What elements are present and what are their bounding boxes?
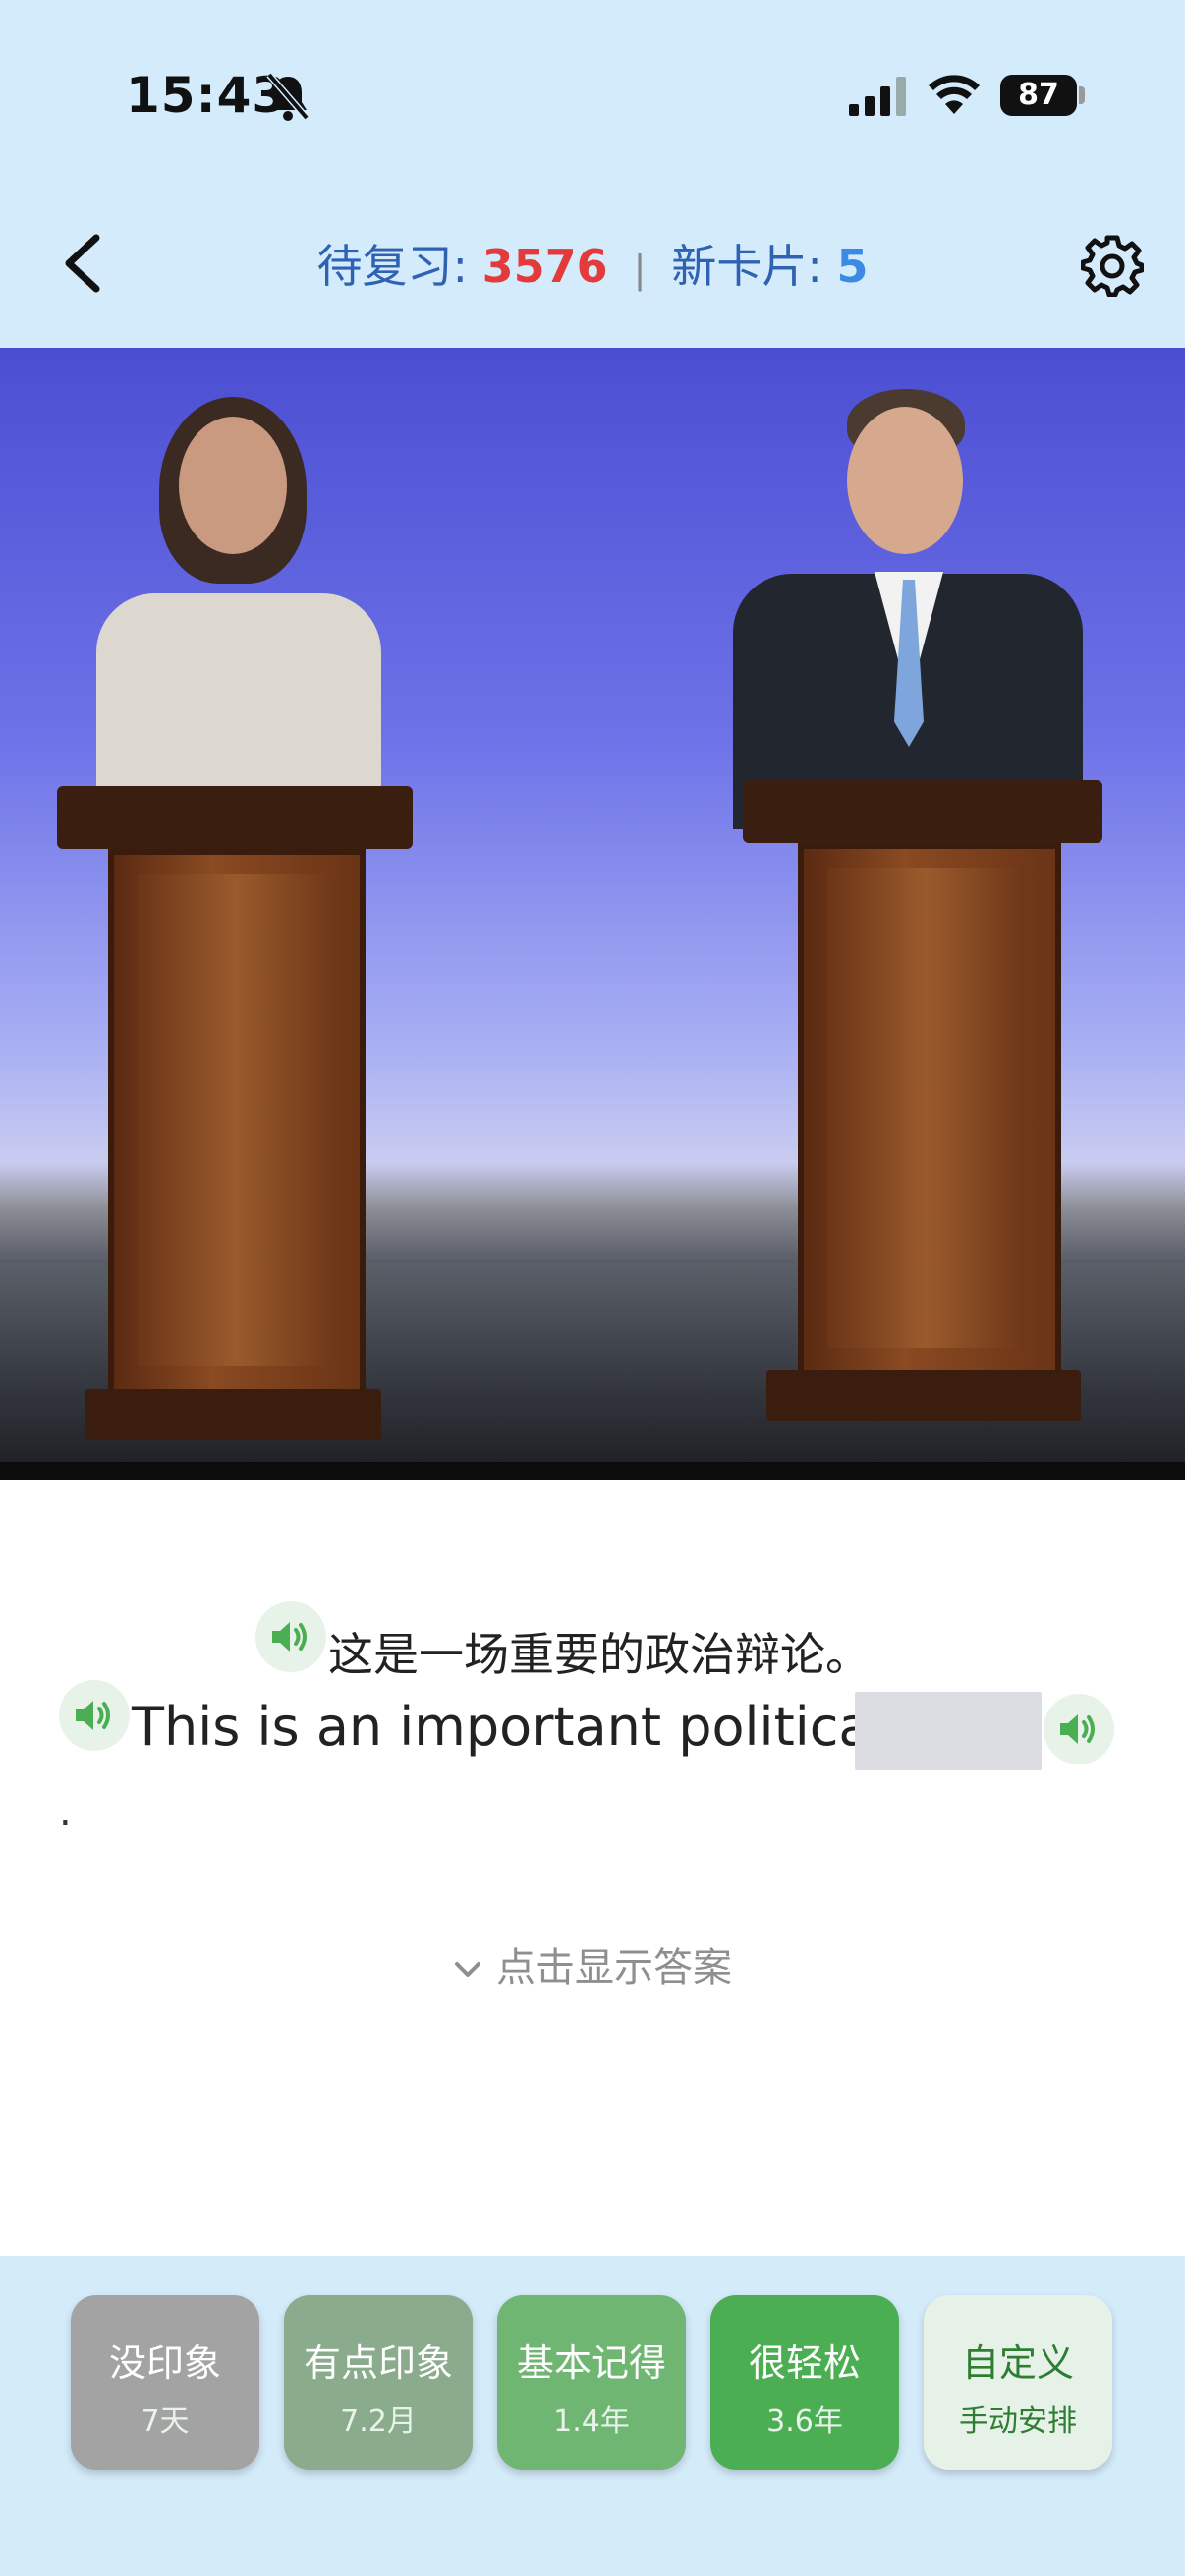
speaker-button-english[interactable] (59, 1680, 130, 1751)
new-card-count: 5 (836, 240, 869, 293)
rate-custom-button[interactable]: 自定义 手动安排 (924, 2295, 1112, 2470)
podium-left-panel (138, 874, 334, 1366)
rate-label: 有点印象 (303, 2341, 453, 2384)
card-text-area (0, 1480, 1185, 2256)
rate-interval: 7天 (141, 2404, 190, 2438)
review-stats: 待复习: 3576 | 新卡片: 5 (0, 232, 1185, 301)
gear-icon[interactable] (1081, 234, 1144, 297)
podium-left-base (85, 1389, 381, 1440)
rate-interval: 手动安排 (959, 2404, 1077, 2438)
rate-some-impression-button[interactable]: 有点印象 7.2月 (284, 2295, 473, 2470)
bell-slash-icon (266, 72, 310, 121)
new-card-label: 新卡片: (671, 240, 837, 293)
podium-left-top (57, 786, 413, 849)
answer-blank[interactable] (855, 1692, 1042, 1770)
sentence-period: . (59, 1790, 72, 1835)
rate-label: 自定义 (961, 2341, 1074, 2384)
speaker-icon (272, 1622, 307, 1652)
speaker-icon (1060, 1714, 1095, 1744)
review-count: 3576 (481, 240, 608, 293)
stats-separator: | (633, 248, 647, 291)
rate-interval: 1.4年 (553, 2404, 630, 2438)
chevron-down-icon (455, 1962, 480, 1977)
podium-right-base (766, 1370, 1081, 1421)
podium-right-top (743, 780, 1102, 843)
rate-label: 很轻松 (748, 2341, 861, 2384)
stage-edge (0, 1462, 1185, 1480)
review-label: 待复习: (316, 240, 482, 293)
show-answer-button[interactable]: 点击显示答案 (0, 1935, 1185, 1992)
card-image (0, 348, 1185, 1480)
rate-label: 没印象 (108, 2341, 221, 2384)
rate-interval: 3.6年 (766, 2404, 843, 2438)
show-answer-label: 点击显示答案 (496, 1945, 732, 1990)
wifi-icon (929, 75, 980, 114)
battery-indicator: 87 (1000, 75, 1077, 116)
person-left-head (179, 417, 287, 554)
podium-right-panel (827, 868, 1024, 1348)
rate-interval: 7.2月 (340, 2404, 417, 2438)
person-right-head (847, 407, 963, 554)
rate-easy-button[interactable]: 很轻松 3.6年 (710, 2295, 899, 2470)
rate-label: 基本记得 (516, 2341, 666, 2384)
chinese-sentence: 这是一场重要的政治辩论。 (328, 1628, 871, 1681)
speaker-icon (76, 1701, 110, 1730)
rate-no-impression-button[interactable]: 没印象 7天 (71, 2295, 259, 2470)
speaker-button-chinese[interactable] (255, 1601, 326, 1672)
battery-tip (1079, 86, 1085, 104)
status-time: 15:43 (126, 67, 288, 124)
rate-basically-remember-button[interactable]: 基本记得 1.4年 (497, 2295, 686, 2470)
english-sentence: This is an important political (132, 1696, 886, 1758)
signal-icon (849, 77, 906, 116)
speaker-button-word[interactable] (1044, 1694, 1114, 1764)
